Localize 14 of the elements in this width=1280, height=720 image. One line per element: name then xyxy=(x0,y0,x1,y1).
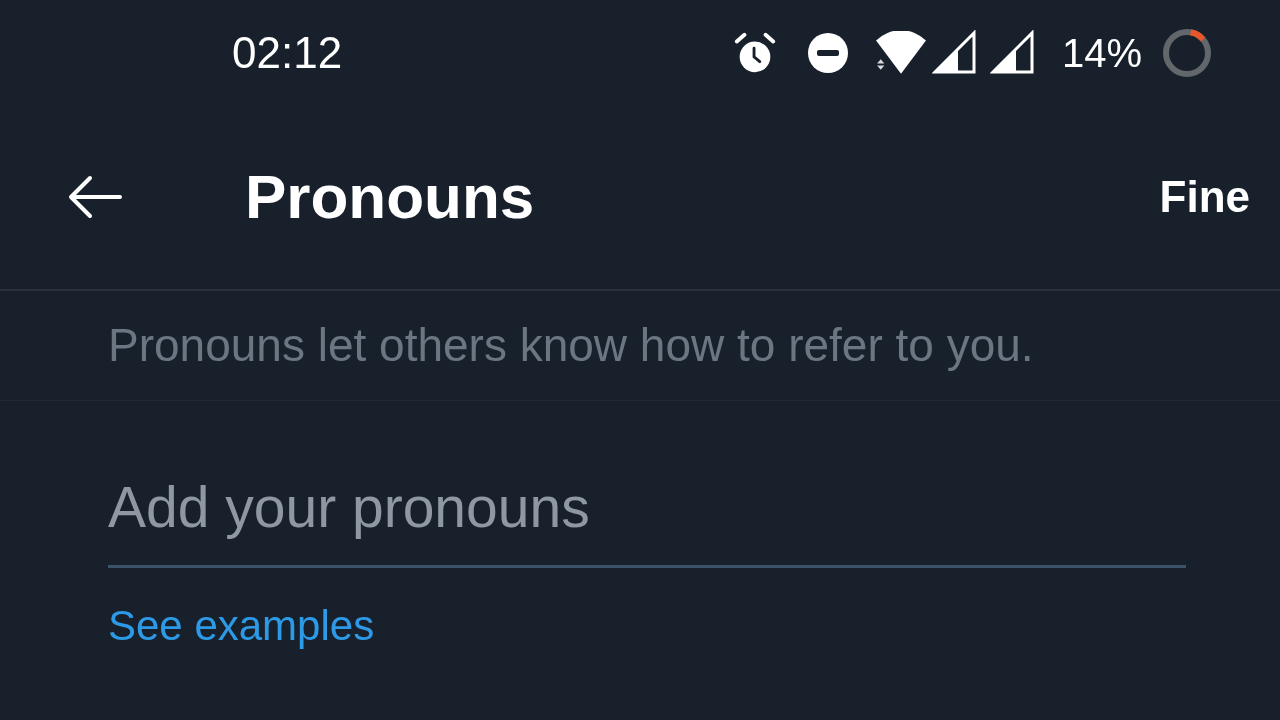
battery-ring-icon xyxy=(1162,27,1212,78)
back-button[interactable] xyxy=(68,175,122,219)
wifi-icon xyxy=(874,30,927,75)
page-title: Pronouns xyxy=(245,162,535,232)
signal-icon xyxy=(931,30,977,75)
battery-percentage: 14% xyxy=(1061,32,1142,73)
back-arrow-icon xyxy=(68,175,122,219)
input-field[interactable]: Add your pronouns xyxy=(108,469,1186,568)
examples-link[interactable]: See examples xyxy=(108,601,375,652)
do-not-disturb-icon xyxy=(806,31,849,74)
signal-icon xyxy=(989,30,1035,75)
status-time: 02:12 xyxy=(232,30,343,75)
description-text: Pronouns let others know how to refer to you. xyxy=(108,319,1034,372)
done-button[interactable]: Fine xyxy=(1159,172,1250,222)
